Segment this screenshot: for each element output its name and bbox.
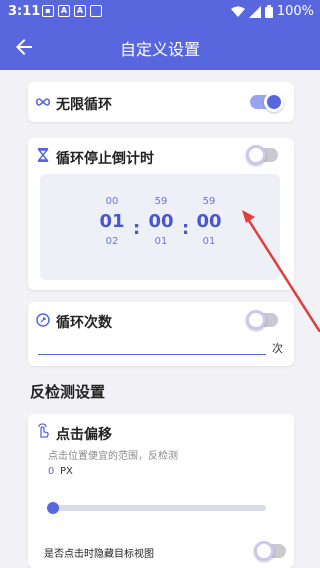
- hide-target-view-label: 是否点击时隐藏目标视图: [44, 549, 154, 560]
- minutes-below: 01: [154, 236, 168, 247]
- minutes-current: 00: [148, 211, 174, 232]
- battery-percent: 100%: [276, 4, 314, 19]
- app-a-icon: A: [58, 5, 70, 17]
- status-time: 3:11: [8, 4, 41, 19]
- loop-count-label: 循环次数: [56, 315, 112, 331]
- hourglass-icon: [37, 148, 49, 162]
- click-offset-label: 点击偏移: [56, 427, 112, 443]
- minutes-above: 59: [154, 196, 168, 207]
- seconds-below: 01: [202, 236, 216, 247]
- click-offset-value: 0: [48, 466, 55, 477]
- seconds-column[interactable]: 59 00 01: [189, 174, 229, 247]
- click-offset-slider[interactable]: [48, 505, 266, 511]
- seconds-above: 59: [202, 196, 216, 207]
- hours-above: 00: [105, 196, 119, 207]
- status-bar: 3:11 ▪ A A 100%: [0, 0, 320, 24]
- loop-count-input[interactable]: [38, 354, 266, 355]
- infinite-loop-toggle[interactable]: [250, 92, 284, 112]
- battery-icon: [264, 5, 273, 18]
- wifi-icon: [230, 6, 245, 17]
- click-offset-hint: 点击位置便宜的范围，反检测: [48, 451, 178, 462]
- click-offset-unit: PX: [60, 466, 73, 477]
- app-bar: 自定义设置: [0, 24, 320, 70]
- infinity-icon: [35, 98, 51, 106]
- infinite-loop-label: 无限循环: [56, 97, 112, 113]
- loop-countdown-toggle[interactable]: [246, 145, 278, 165]
- click-offset-slider-thumb[interactable]: [47, 502, 59, 514]
- tap-hand-icon: [38, 423, 49, 438]
- loop-count-unit: 次: [272, 342, 283, 355]
- timer-separator: :: [133, 218, 141, 239]
- loop-count-icon: [36, 313, 50, 327]
- page-title: 自定义设置: [119, 40, 200, 59]
- minutes-column[interactable]: 59 00 01: [141, 174, 181, 247]
- notification-icon: ▪: [42, 5, 54, 17]
- hide-target-view-toggle[interactable]: [254, 541, 286, 561]
- loop-count-toggle[interactable]: [246, 310, 278, 330]
- hours-column[interactable]: 00 01 02: [92, 174, 132, 247]
- seconds-current: 00: [196, 211, 222, 232]
- anti-detect-section-title: 反检测设置: [30, 383, 106, 401]
- blank-notification-icon: [90, 5, 102, 17]
- signal-icon: [248, 5, 261, 18]
- loop-countdown-label: 循环停止倒计时: [56, 151, 154, 167]
- hours-below: 02: [105, 236, 119, 247]
- hours-current: 01: [99, 211, 125, 232]
- app-a-icon-2: A: [74, 5, 86, 17]
